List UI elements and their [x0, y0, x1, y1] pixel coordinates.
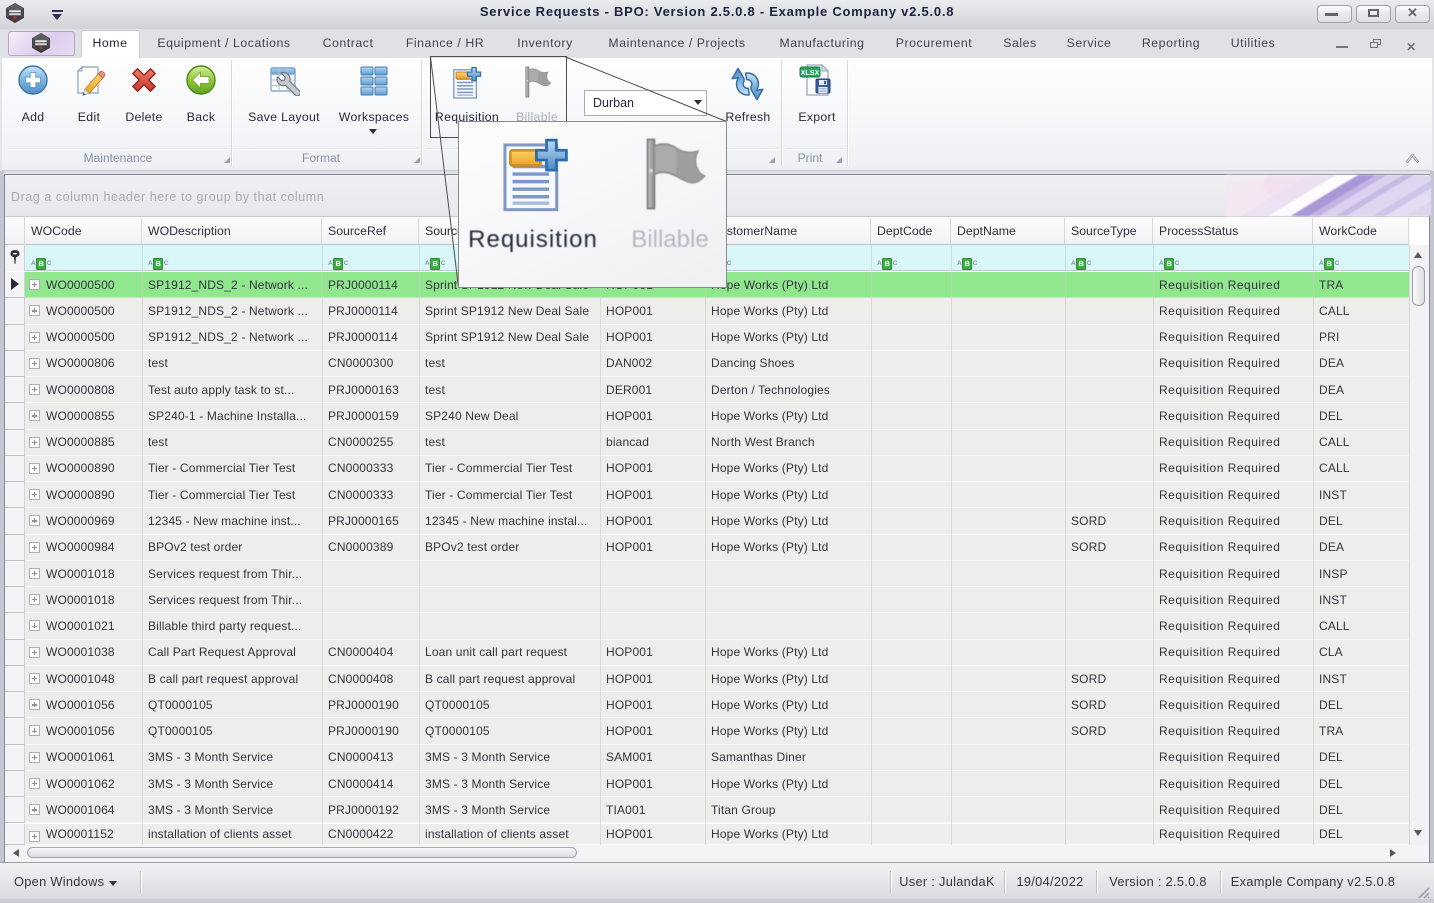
- svg-text:XLSX: XLSX: [801, 68, 820, 77]
